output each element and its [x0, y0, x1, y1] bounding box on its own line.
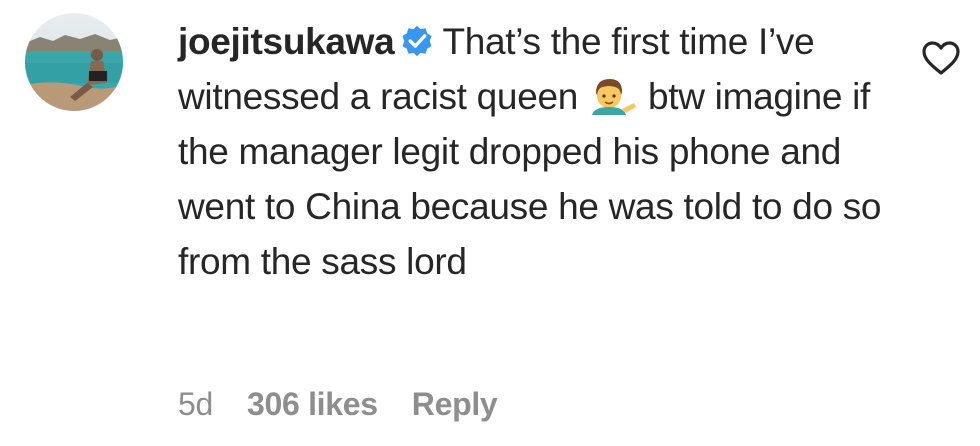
likes-count-link[interactable]: 306 likes — [247, 386, 378, 423]
verified-badge-icon — [402, 25, 432, 57]
comment-meta: 5d 306 likes Reply — [178, 386, 498, 423]
comment: joejitsukawa That’s the first time I’ve … — [0, 0, 980, 446]
avatar-photo — [25, 13, 123, 111]
heart-icon[interactable] — [921, 40, 961, 76]
reply-button[interactable]: Reply — [412, 386, 498, 423]
avatar[interactable] — [25, 13, 123, 111]
username-link[interactable]: joejitsukawa — [178, 21, 395, 62]
man-tipping-hand-emoji — [592, 79, 637, 115]
comment-age: 5d — [178, 386, 213, 422]
comment-body: joejitsukawa That’s the first time I’ve … — [178, 14, 898, 289]
